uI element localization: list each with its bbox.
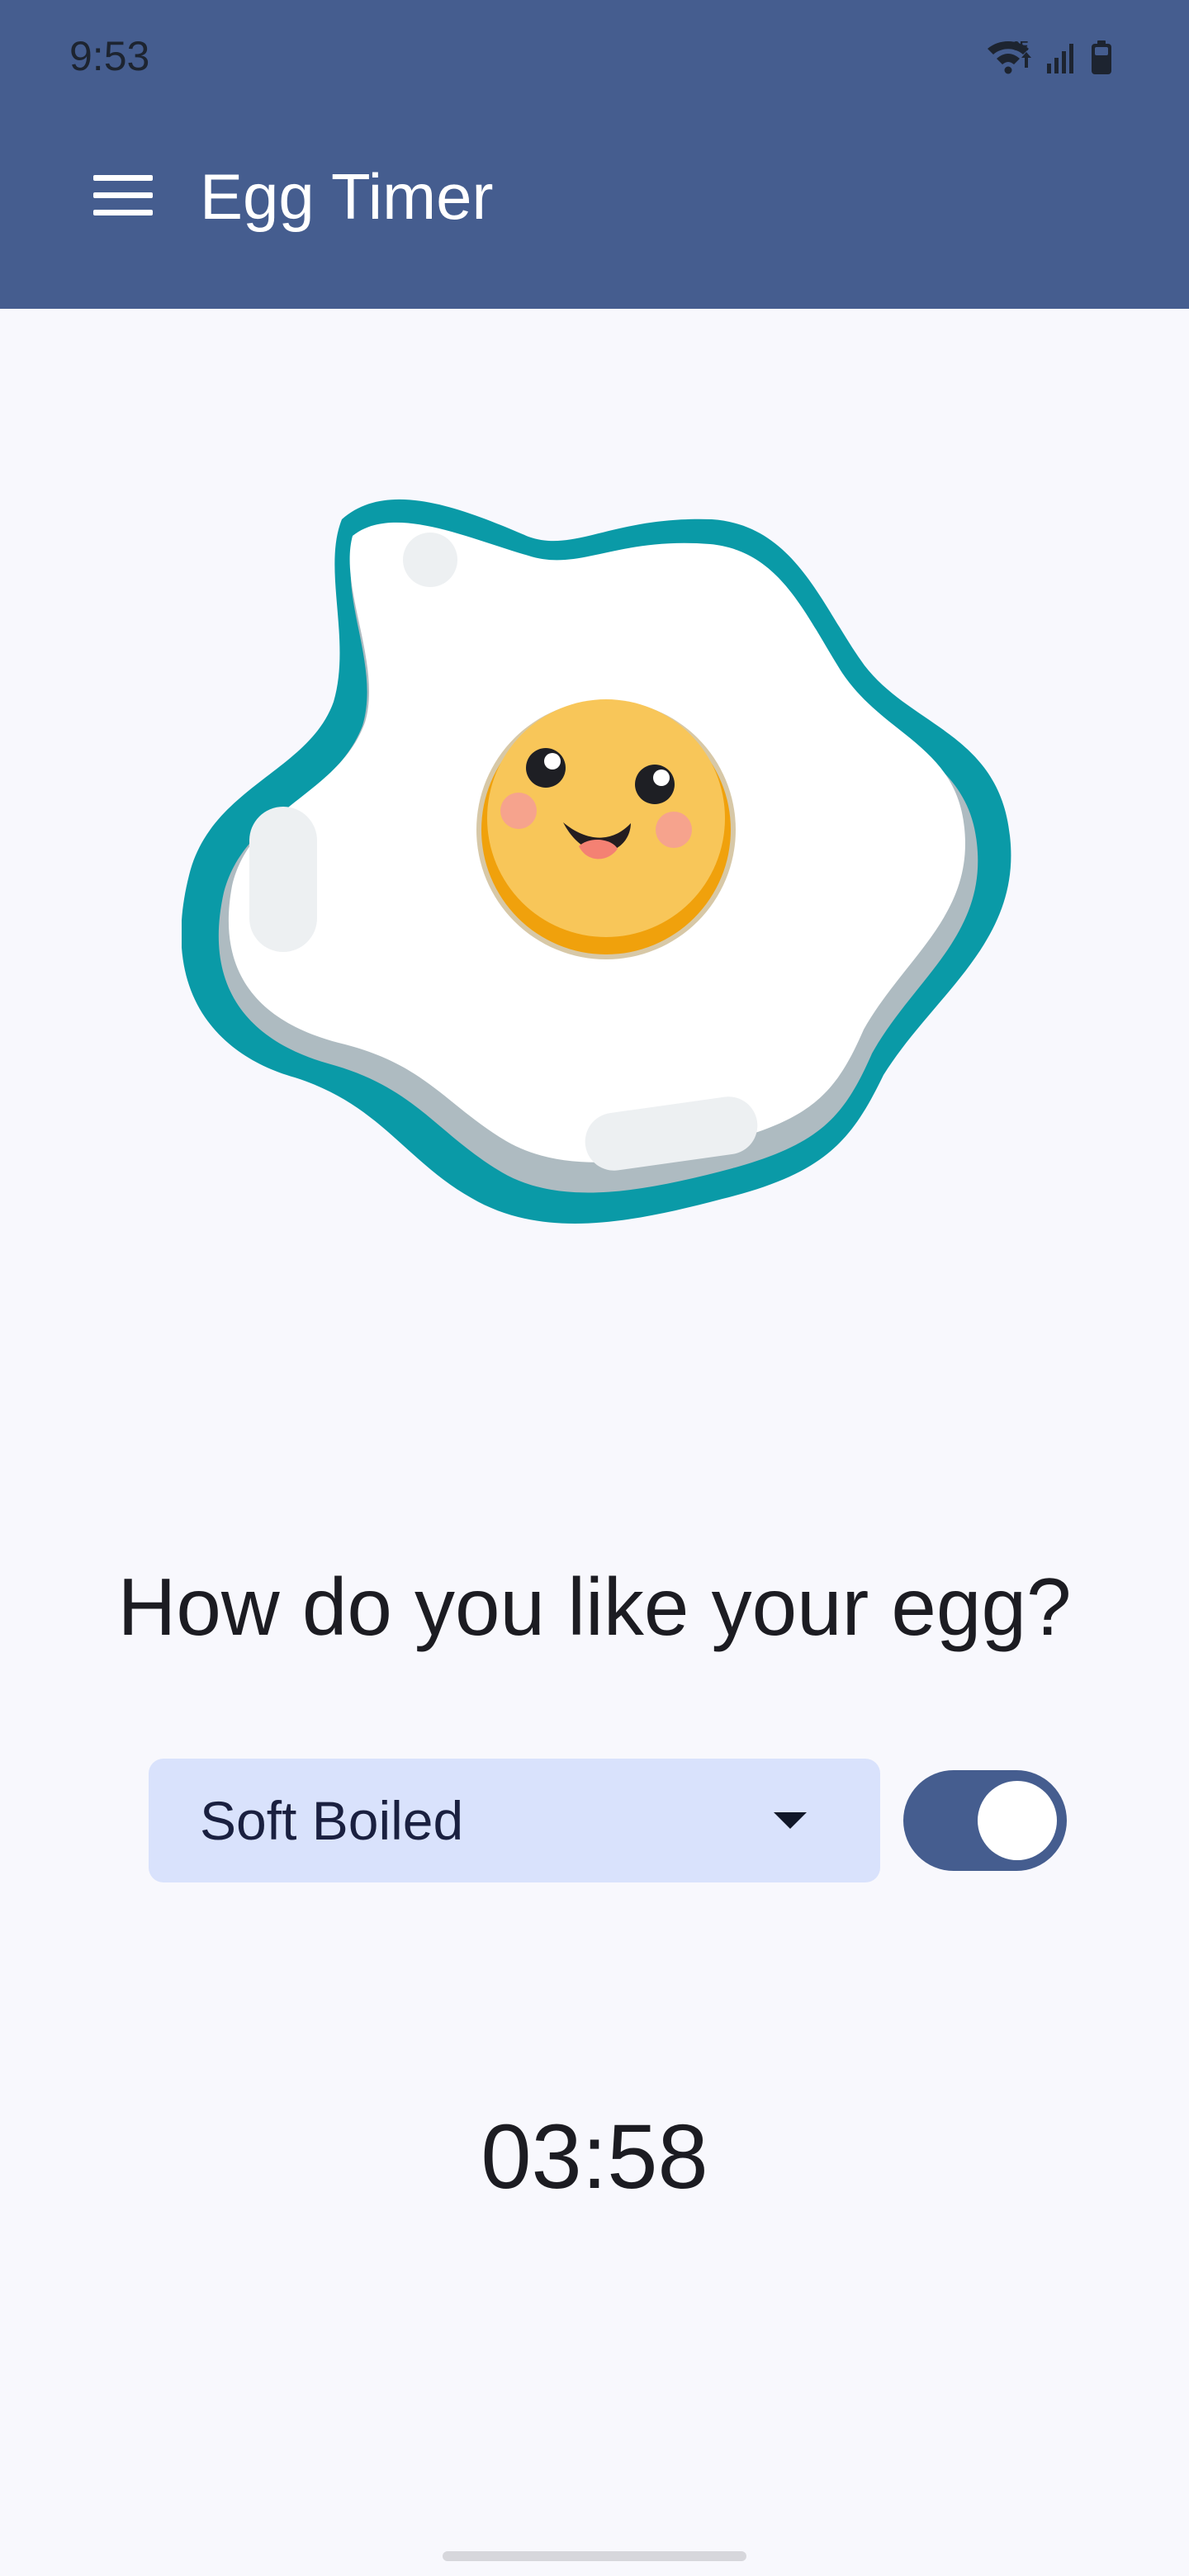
egg-white-shine-dot [403,533,457,587]
status-icons: 6E [984,35,1125,79]
left-cheek-icon [500,793,537,829]
wifi-icon: 6E [988,40,1031,74]
smiling-yolk [476,699,736,959]
egg-preference-question: How do you like your egg? [117,1560,1072,1652]
timer-toggle[interactable] [903,1770,1067,1871]
egg-timer-screen: 9:53 6E Egg Timer How do you like your e… [0,0,1189,2576]
gesture-navigation-handle[interactable] [443,2551,746,2561]
app-title: Egg Timer [200,160,494,233]
app-bar: 9:53 6E Egg Timer [0,0,1189,309]
signal-icon [1047,44,1073,73]
menu-button[interactable] [89,162,157,230]
network-label: 6E [1012,40,1029,54]
right-cheek-icon [656,812,692,848]
countdown-timer: 03:58 [481,2106,708,2208]
toggle-thumb [978,1781,1057,1860]
egg-type-dropdown[interactable]: Soft Boiled [149,1759,880,1882]
egg-white-shine-left [249,807,317,952]
left-eye-icon [526,748,566,788]
battery-icon [1092,40,1111,74]
egg-type-selected-value: Soft Boiled [200,1790,464,1851]
right-eye-icon [635,765,675,804]
dropdown-arrow-icon [774,1812,807,1829]
fried-egg-illustration [181,483,1024,1238]
hamburger-menu-icon [93,175,153,215]
status-time: 9:53 [69,33,150,79]
fried-egg-svg [181,499,1011,1224]
status-icons-svg: 6E [988,40,1111,74]
